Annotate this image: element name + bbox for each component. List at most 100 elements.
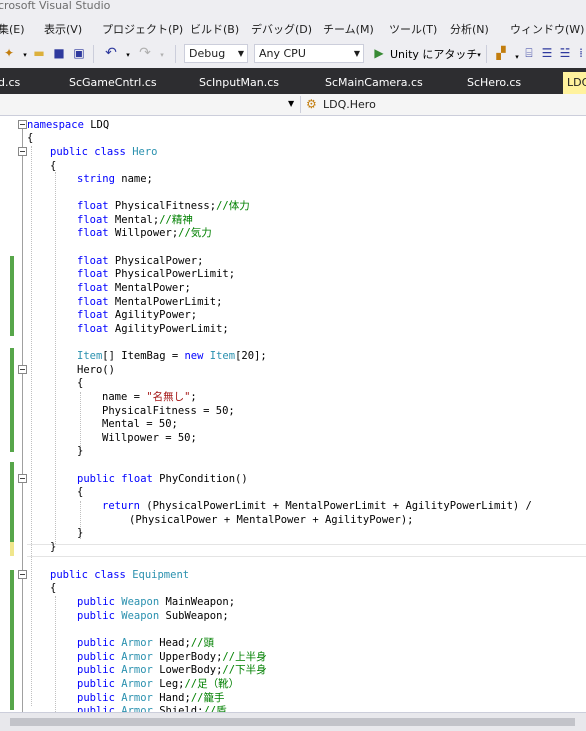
toolbar-separator bbox=[486, 45, 487, 63]
collapse-class-equipment-icon[interactable] bbox=[18, 570, 27, 579]
menu-tools[interactable]: ツール(T) bbox=[389, 21, 437, 37]
save-icon[interactable]: ■ bbox=[52, 46, 66, 60]
title-bar: crosoft Visual Studio bbox=[0, 0, 586, 16]
tab-ldq-active[interactable]: LDQ bbox=[563, 72, 586, 94]
attach-dropdown-icon[interactable]: ▾ bbox=[472, 48, 486, 62]
attach-unity-button[interactable]: Unity にアタッチ bbox=[390, 46, 477, 62]
change-marker bbox=[10, 462, 14, 542]
configuration-select[interactable]: Debug ▼ bbox=[184, 44, 248, 63]
menu-build[interactable]: ビルド(B) bbox=[190, 21, 239, 37]
dropdown-arrow-icon[interactable]: ▾ bbox=[18, 48, 32, 62]
indent-guide bbox=[31, 146, 32, 706]
unsaved-change-marker bbox=[10, 542, 14, 556]
bookmark-icon[interactable]: ⌸ bbox=[522, 46, 536, 60]
platform-select[interactable]: Any CPU ▼ bbox=[254, 44, 364, 63]
new-item-icon[interactable]: ✦ bbox=[2, 46, 16, 60]
code-line: public float PhyCondition() bbox=[77, 473, 248, 485]
code-line: float MentalPower; bbox=[77, 282, 191, 294]
change-marker bbox=[10, 570, 14, 710]
chevron-down-icon: ▼ bbox=[353, 49, 360, 58]
code-line: (PhysicalPower + MentalPower + AgilityPo… bbox=[129, 514, 414, 526]
menu-project[interactable]: プロジェクト(P) bbox=[102, 21, 183, 37]
indent-guide bbox=[55, 172, 56, 544]
play-icon[interactable]: ▶ bbox=[372, 46, 386, 60]
menu-analyze[interactable]: 分析(N) bbox=[450, 21, 489, 37]
code-line: PhysicalFitness = 50; bbox=[102, 405, 235, 417]
redo-dropdown-icon[interactable]: ▾ bbox=[155, 48, 169, 62]
chevron-down-icon: ▼ bbox=[237, 49, 244, 58]
code-line: public class Equipment bbox=[50, 569, 190, 581]
indent-guide bbox=[55, 596, 56, 712]
tab-scgamecntrl[interactable]: ScGameCntrl.cs bbox=[69, 72, 157, 94]
code-line: { bbox=[77, 377, 84, 389]
code-line: { bbox=[50, 582, 57, 594]
comment-icon[interactable]: ☰ bbox=[540, 46, 554, 60]
collapse-constructor-icon[interactable] bbox=[18, 365, 27, 374]
code-line: { bbox=[77, 486, 84, 498]
code-editor[interactable]: namespace LDQ { public class Hero { stri… bbox=[0, 116, 586, 712]
more-icon[interactable]: ⁞ bbox=[574, 46, 586, 60]
code-line: Item[] ItemBag = new Item[20]; bbox=[77, 350, 267, 362]
code-line: } bbox=[77, 527, 84, 539]
menu-team[interactable]: チーム(M) bbox=[323, 21, 374, 37]
collapse-method-icon[interactable] bbox=[18, 474, 27, 483]
collapse-namespace-icon[interactable] bbox=[18, 120, 27, 129]
code-line: public Armor Shield;//盾 bbox=[77, 705, 227, 712]
code-line: float PhysicalPowerLimit; bbox=[77, 268, 236, 280]
change-marker bbox=[10, 348, 14, 452]
code-line: { bbox=[50, 160, 57, 172]
code-line: return (PhysicalPowerLimit + MentalPower… bbox=[102, 500, 532, 512]
tab-scinputman[interactable]: ScInputMan.cs bbox=[199, 72, 279, 94]
code-line: { bbox=[27, 132, 34, 144]
undo-dropdown-icon[interactable]: ▾ bbox=[121, 48, 135, 62]
code-line: name = "名無し"; bbox=[102, 391, 197, 403]
platform-value: Any CPU bbox=[259, 47, 306, 60]
code-line: string name; bbox=[77, 173, 153, 185]
navbar-separator bbox=[300, 96, 301, 113]
code-line: public Armor Leg;//足（靴） bbox=[77, 678, 240, 690]
menu-window[interactable]: ウィンドウ(W) bbox=[510, 21, 584, 37]
code-line: public Armor Head;//頭 bbox=[77, 637, 214, 649]
fold-line bbox=[22, 128, 23, 712]
tab-d-cs[interactable]: d.cs bbox=[0, 72, 20, 94]
menu-bar: 集(E) 表示(V) プロジェクト(P) ビルド(B) デバッグ(D) チーム(… bbox=[0, 16, 586, 40]
document-tab-bar: d.cs ScGameCntrl.cs ScInputMan.cs ScMain… bbox=[0, 68, 586, 94]
code-line: float Mental;//精神 bbox=[77, 214, 193, 226]
code-line: public Armor UpperBody;//上半身 bbox=[77, 651, 267, 663]
scrollbar-thumb[interactable] bbox=[10, 718, 575, 726]
horizontal-scrollbar[interactable] bbox=[0, 712, 586, 731]
collapse-class-hero-icon[interactable] bbox=[18, 147, 27, 156]
code-line: } bbox=[50, 541, 57, 553]
code-line: public Armor Hand;//籠手 bbox=[77, 692, 225, 704]
undo-icon[interactable]: ↶ bbox=[104, 46, 118, 60]
save-all-icon[interactable]: ▣ bbox=[72, 46, 86, 60]
code-line: } bbox=[77, 445, 84, 457]
code-line: float Willpower;//気力 bbox=[77, 227, 212, 239]
namespace-name: LDQ bbox=[90, 119, 110, 131]
redo-icon[interactable]: ↷ bbox=[138, 46, 152, 60]
menu-view[interactable]: 表示(V) bbox=[44, 21, 82, 37]
code-line: public class Hero bbox=[50, 146, 158, 158]
menu-edit[interactable]: 集(E) bbox=[0, 21, 25, 37]
navigation-bar: ▼ ⚙ LDQ.Hero bbox=[0, 94, 586, 116]
code-line: public Weapon SubWeapon; bbox=[77, 610, 229, 622]
code-line: Willpower = 50; bbox=[102, 432, 197, 444]
code-line: float PhysicalPower; bbox=[77, 255, 204, 267]
code-line: float PhysicalFitness;//体力 bbox=[77, 200, 250, 212]
window-title: crosoft Visual Studio bbox=[0, 0, 111, 12]
tab-scmaincamera[interactable]: ScMainCamera.cs bbox=[325, 72, 423, 94]
code-line: namespace LDQ bbox=[27, 119, 109, 133]
indent-guide bbox=[80, 392, 81, 450]
code-line: float MentalPowerLimit; bbox=[77, 296, 223, 308]
open-folder-icon[interactable]: ▬ bbox=[32, 46, 46, 60]
toolbar-separator bbox=[93, 45, 94, 63]
member-dropdown[interactable]: LDQ.Hero bbox=[323, 98, 376, 111]
current-line-highlight bbox=[27, 544, 586, 557]
find-icon[interactable]: ▞ bbox=[494, 46, 508, 60]
type-dropdown-icon[interactable]: ▼ bbox=[288, 99, 294, 108]
menu-debug[interactable]: デバッグ(D) bbox=[251, 21, 312, 37]
uncomment-icon[interactable]: ☱ bbox=[558, 46, 572, 60]
tab-schero[interactable]: ScHero.cs bbox=[467, 72, 521, 94]
keyword-namespace: namespace bbox=[27, 119, 84, 131]
class-icon: ⚙ bbox=[306, 97, 317, 111]
